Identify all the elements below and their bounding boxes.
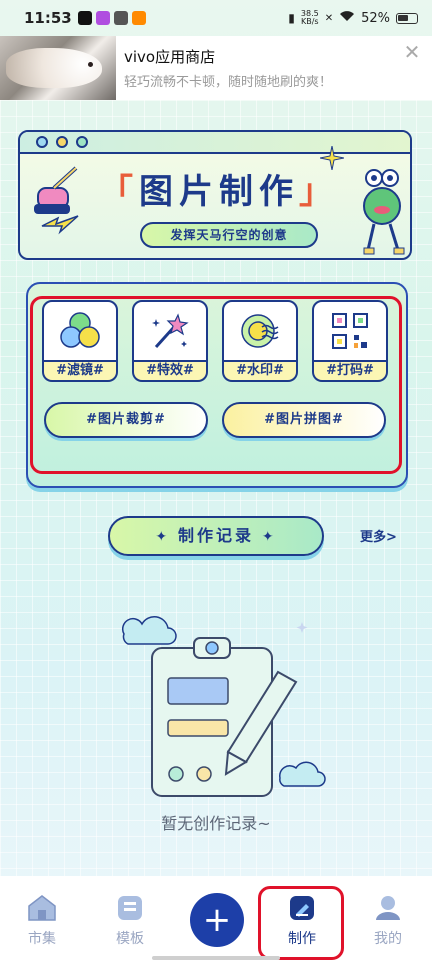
nav-create-label: 制作 xyxy=(288,931,316,947)
plus-icon: + xyxy=(202,900,232,940)
tiktok-icon xyxy=(77,11,92,25)
net-speed: 38.5 KB/s xyxy=(301,10,319,26)
create-icon xyxy=(290,896,314,920)
status-app-icons xyxy=(77,11,146,25)
window-dot-icon xyxy=(56,136,68,148)
home-icon xyxy=(28,895,56,921)
records-title: 制作记录 xyxy=(177,526,254,545)
add-button[interactable]: + xyxy=(190,893,244,947)
more-link[interactable]: 更多> xyxy=(360,526,397,545)
tool-effects-label: #特效# xyxy=(132,362,208,382)
net-speed-unit: KB/s xyxy=(300,17,319,26)
image-collage-button[interactable]: #图片拼图# xyxy=(222,402,386,438)
records-title-button[interactable]: ✦ 制作记录 ✦ xyxy=(108,516,324,556)
battery-percent: 52% xyxy=(361,10,390,26)
filter-circles-icon xyxy=(60,312,100,348)
title-bracket-close: 」 xyxy=(299,172,339,212)
banner-subtitle: 发挥天马行空的创意 xyxy=(140,222,318,248)
close-icon[interactable]: ✕ xyxy=(392,40,432,64)
banner-window-bar xyxy=(20,132,410,154)
template-icon xyxy=(118,896,142,920)
status-bar: 11:53 ▮ 38.5 KB/s ✕ 52% xyxy=(0,0,432,36)
tool-filter-label: #滤镜# xyxy=(42,362,118,382)
gallery-icon xyxy=(113,11,128,25)
nav-market-label: 市集 xyxy=(28,931,56,947)
status-time: 11:53 xyxy=(24,9,72,27)
nav-profile[interactable]: 我的 xyxy=(358,894,418,948)
store-icon xyxy=(131,11,146,25)
wifi-icon xyxy=(339,10,355,26)
tool-filter[interactable]: #滤镜# xyxy=(42,300,118,384)
mascot-icon xyxy=(363,169,405,255)
battery-icon xyxy=(396,12,418,24)
sparkle-icon: ✦ xyxy=(254,529,277,545)
tool-watermark[interactable]: #水印# xyxy=(222,300,298,384)
signal-icon: ✕ xyxy=(324,12,334,24)
nav-template-label: 模板 xyxy=(116,931,144,947)
image-crop-button[interactable]: #图片裁剪# xyxy=(44,402,208,438)
notification-banner[interactable]: vivo应用商店 轻巧流畅不卡顿，随时随地刷的爽！ ✕ xyxy=(0,36,432,100)
home-indicator[interactable] xyxy=(152,956,280,960)
tool-effects[interactable]: #特效# xyxy=(132,300,208,384)
watermark-icon xyxy=(241,314,279,348)
lightning-icon xyxy=(41,215,79,235)
notification-text: vivo应用商店 轻巧流畅不卡顿，随时随地刷的爽！ xyxy=(116,46,392,90)
sparkle-icon xyxy=(320,146,344,170)
app-notification-icon xyxy=(95,11,110,25)
title-bracket-open: 「 xyxy=(99,172,139,212)
notification-image xyxy=(0,36,116,100)
empty-clipboard-illustration xyxy=(121,616,326,797)
window-dot-icon xyxy=(36,136,48,148)
nav-create[interactable]: 制作 xyxy=(272,894,332,948)
qr-code-icon xyxy=(332,313,368,349)
tool-mosaic[interactable]: #打码# xyxy=(312,300,388,384)
banner-title-text: 图片制作 xyxy=(139,172,299,212)
banner-title: 「图片制作」 xyxy=(84,166,354,218)
notification-title: vivo应用商店 xyxy=(124,48,216,66)
nav-profile-label: 我的 xyxy=(374,931,402,947)
sparkle-icon: ✦ xyxy=(155,529,178,545)
notification-body: 轻巧流畅不卡顿，随时随地刷的爽！ xyxy=(124,75,333,90)
nav-market[interactable]: 市集 xyxy=(12,894,72,948)
profile-icon xyxy=(376,896,400,920)
vibrate-icon: ▮ xyxy=(288,11,295,25)
tool-mosaic-label: #打码# xyxy=(312,362,388,382)
magic-wand-icon xyxy=(152,313,189,349)
status-right: ▮ 38.5 KB/s ✕ 52% xyxy=(288,10,418,26)
image-maker-banner: 「图片制作」 发挥天马行空的创意 xyxy=(18,130,412,260)
nav-template[interactable]: 模板 xyxy=(100,894,160,948)
empty-records-text: 暂无创作记录~ xyxy=(161,814,271,833)
tool-watermark-label: #水印# xyxy=(222,362,298,382)
window-dot-icon xyxy=(76,136,88,148)
